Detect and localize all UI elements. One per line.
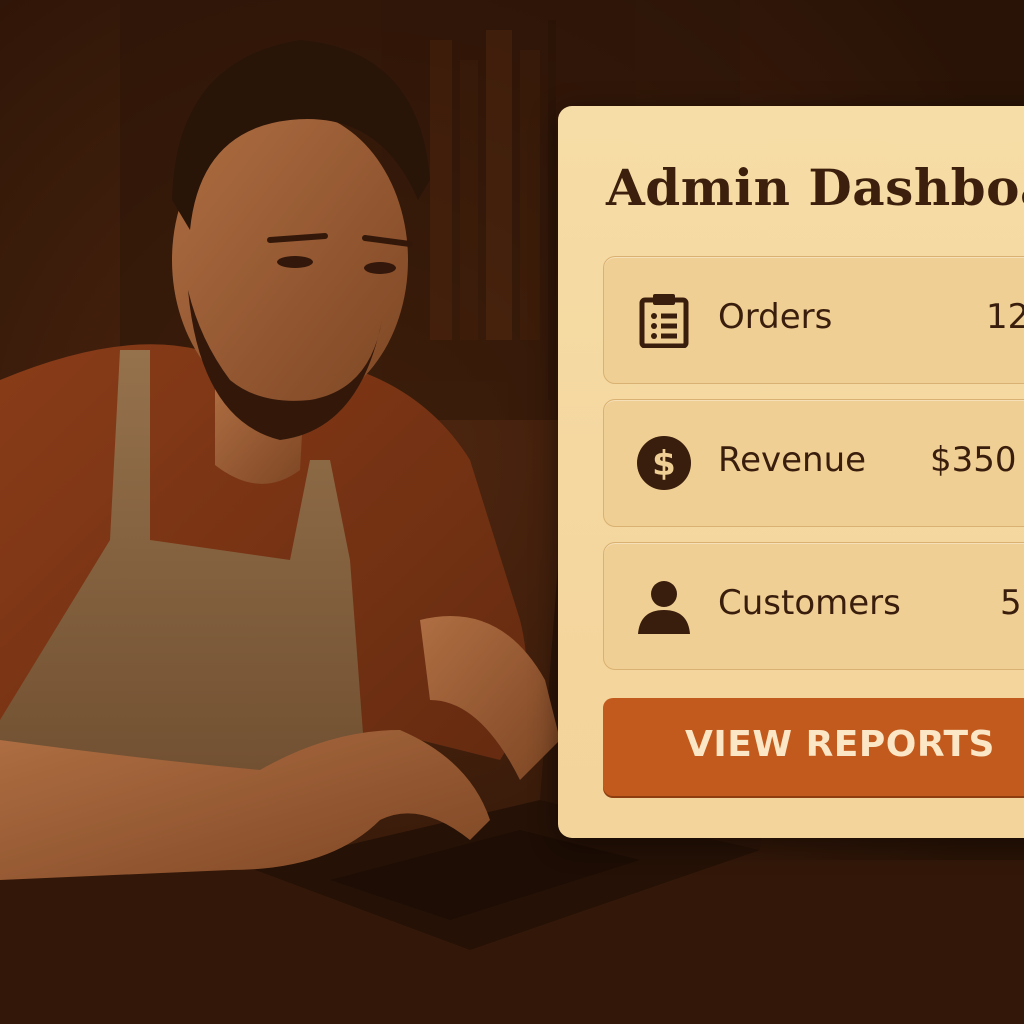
- orders-value: 12: [986, 297, 1024, 337]
- revenue-value: $350: [930, 440, 1017, 480]
- clipboard-list-icon: [639, 294, 689, 348]
- customers-label: Customers: [718, 583, 901, 623]
- revenue-stat-card[interactable]: $ Revenue $350: [603, 399, 1024, 527]
- customers-stat-card[interactable]: Customers 55: [603, 542, 1024, 670]
- dashboard-title: Admin Dashboa: [606, 158, 1024, 217]
- orders-stat-card[interactable]: Orders 12: [603, 256, 1024, 384]
- dollar-coin-icon: $: [637, 436, 691, 490]
- svg-text:$: $: [652, 444, 676, 484]
- view-reports-label: VIEW REPORTS: [685, 724, 995, 765]
- view-reports-button[interactable]: VIEW REPORTS: [603, 698, 1024, 796]
- user-icon: [638, 581, 690, 634]
- customers-value: 55: [1000, 583, 1024, 623]
- revenue-label: Revenue: [718, 440, 867, 480]
- orders-label: Orders: [718, 297, 833, 337]
- admin-dashboard-panel: Admin Dashboa Orders 12 $ Revenue $350 C…: [558, 106, 1024, 838]
